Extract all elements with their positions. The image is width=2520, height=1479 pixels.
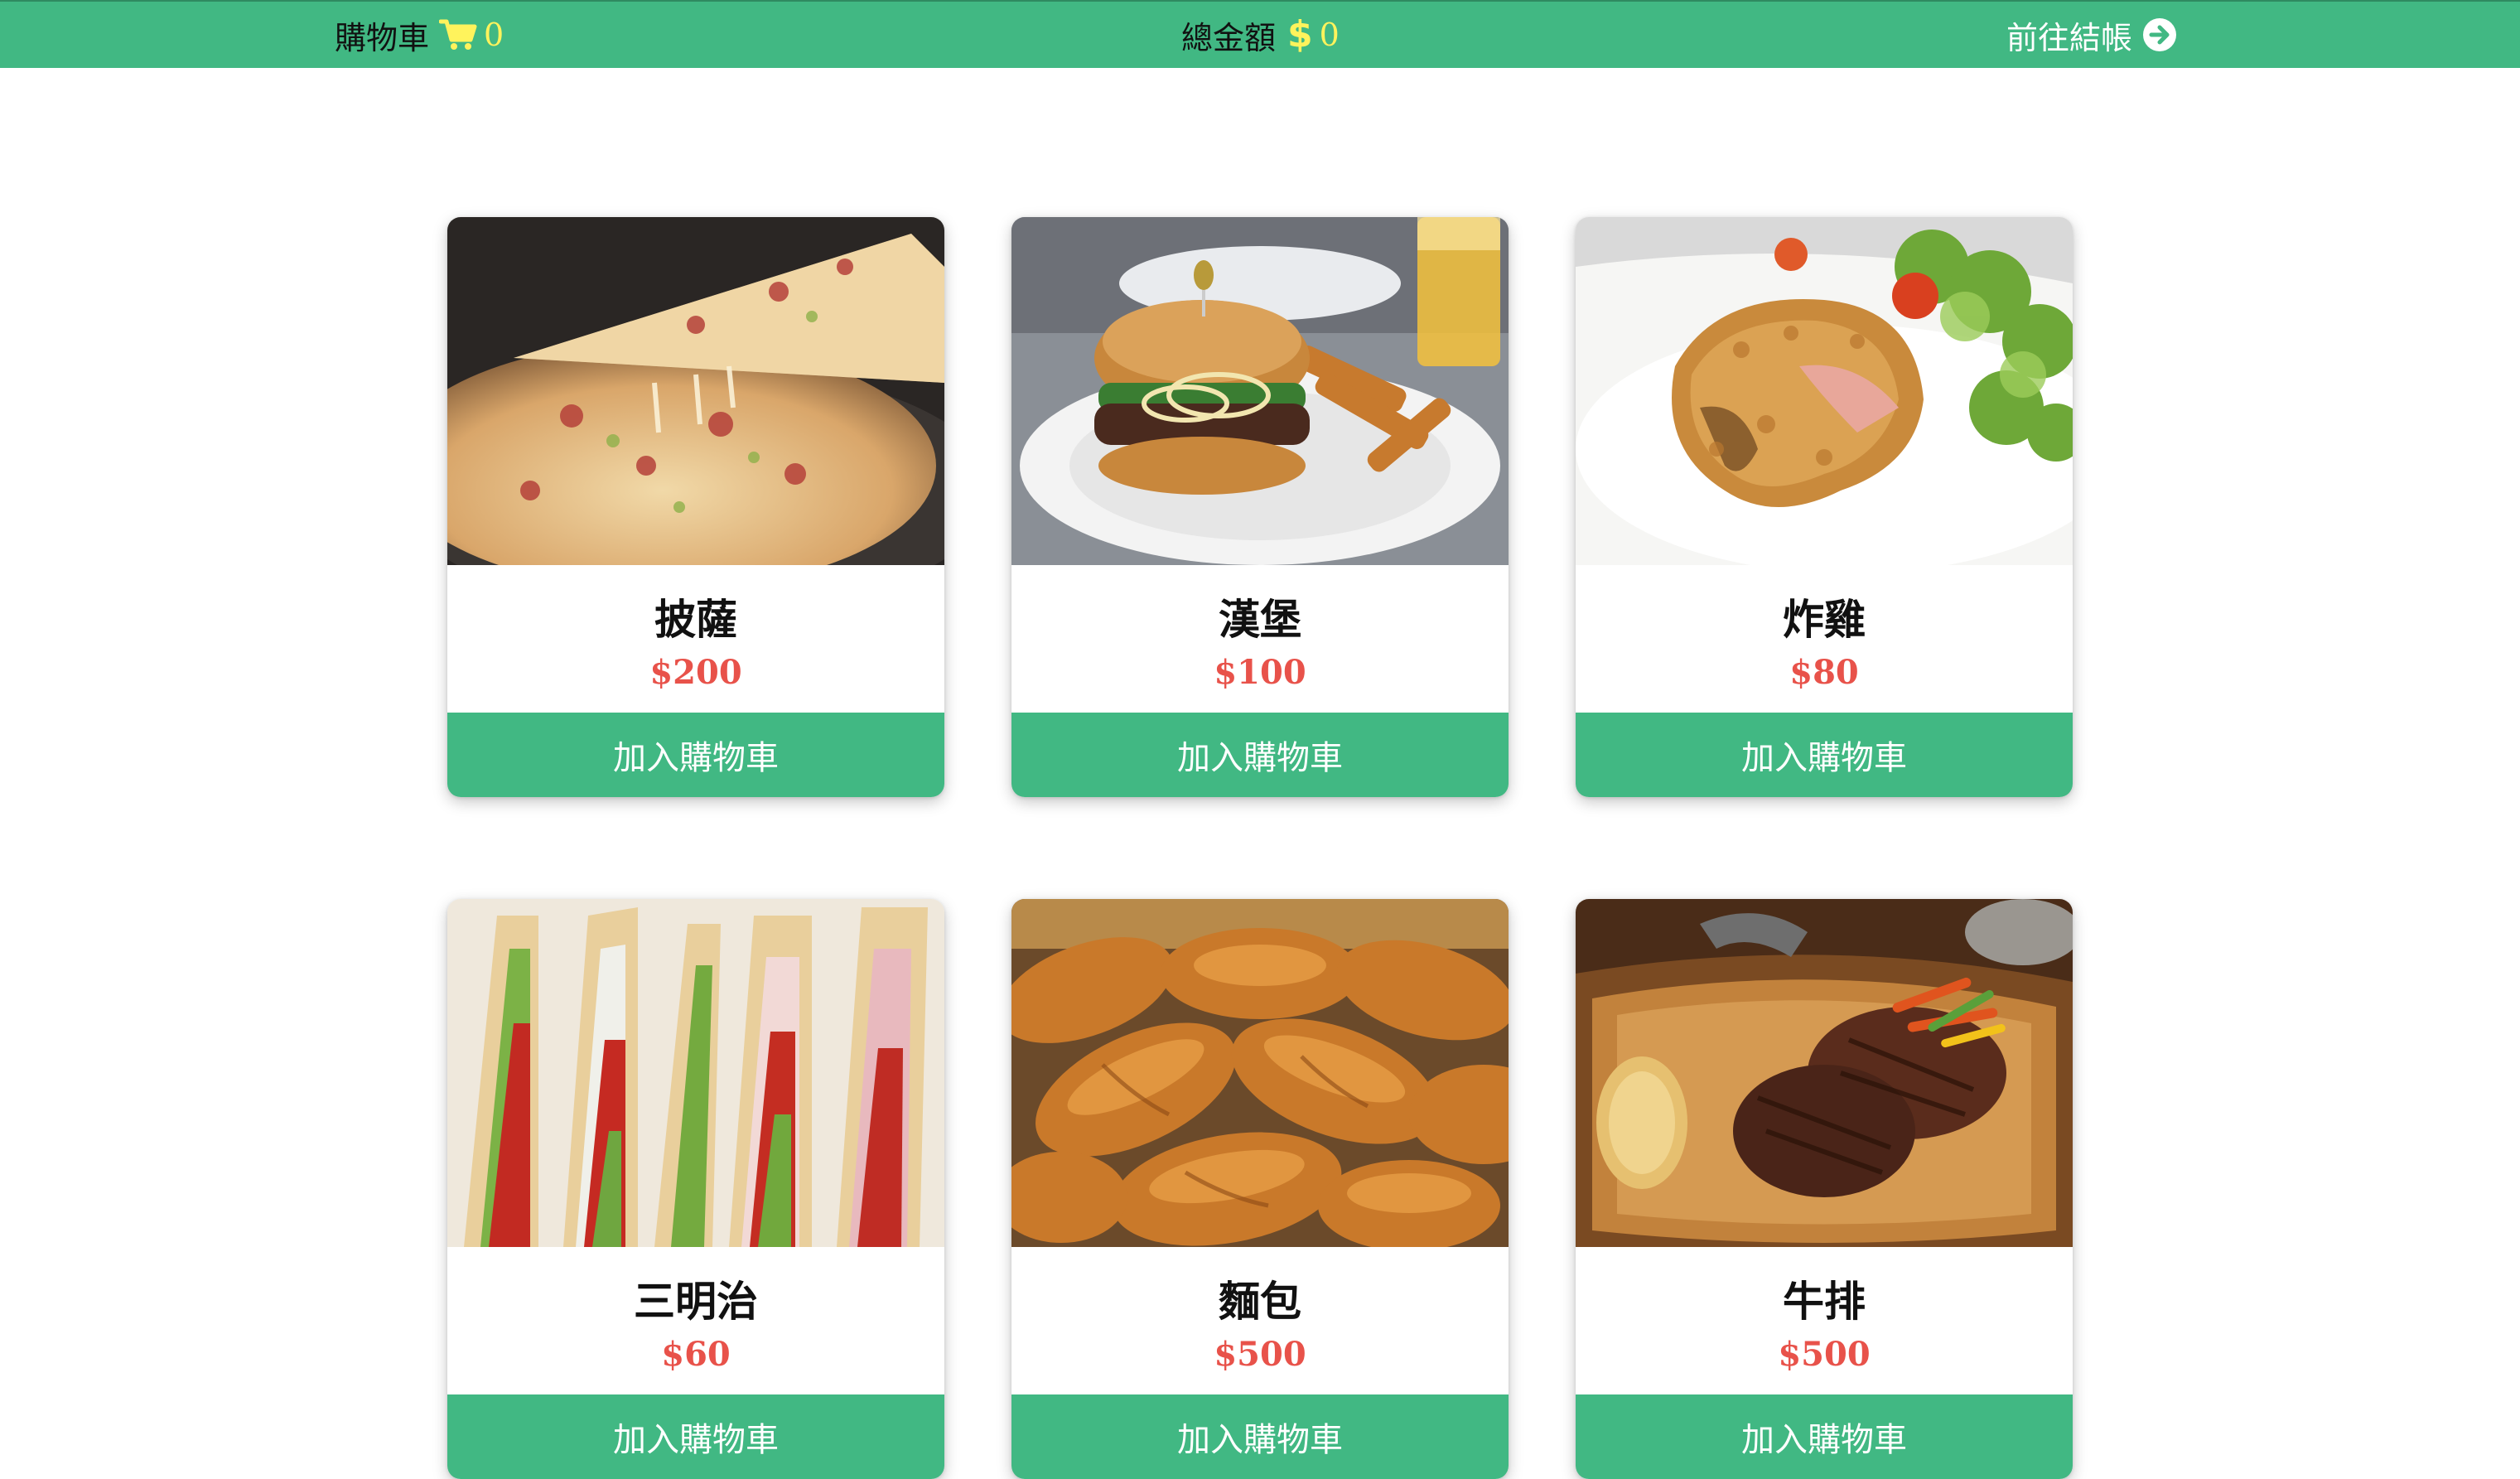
product-price: $80 xyxy=(1789,653,1859,692)
cart-count: 0 xyxy=(484,17,504,53)
dollar-sign-icon: $ xyxy=(1287,13,1313,56)
total-value: 0 xyxy=(1319,17,1340,53)
total-label: 總金額 xyxy=(1181,19,1277,56)
product-card: 披薩 $200 加入購物車 xyxy=(447,217,944,797)
product-card: 炸雞 $80 加入購物車 xyxy=(1576,217,2073,797)
product-name: 牛排 xyxy=(1783,1278,1866,1326)
product-name: 炸雞 xyxy=(1783,596,1866,644)
add-to-cart-button[interactable]: 加入購物車 xyxy=(1011,1394,1509,1479)
add-to-cart-button[interactable]: 加入購物車 xyxy=(447,713,944,797)
arrow-circle-right-icon xyxy=(2142,17,2177,52)
product-name: 披薩 xyxy=(654,596,737,644)
steak-image xyxy=(1576,899,2073,1247)
add-to-cart-button[interactable]: 加入購物車 xyxy=(447,1394,944,1479)
add-to-cart-button[interactable]: 加入購物車 xyxy=(1576,713,2073,797)
product-name: 麵包 xyxy=(1219,1278,1301,1326)
product-price: $500 xyxy=(1214,1335,1306,1374)
total-summary: 總金額 $ 0 xyxy=(1181,2,1340,68)
pizza-image xyxy=(447,217,944,565)
product-card: 牛排 $500 加入購物車 xyxy=(1576,899,2073,1479)
croissant-image xyxy=(1011,899,1509,1247)
product-card: 漢堡 $100 加入購物車 xyxy=(1011,217,1509,797)
cart-summary[interactable]: 購物車 0 xyxy=(335,2,504,68)
cart-label: 購物車 xyxy=(335,19,430,56)
product-card: 三明治 $60 加入購物車 xyxy=(447,899,944,1479)
shopping-cart-icon xyxy=(439,18,477,51)
product-price: $60 xyxy=(661,1335,731,1374)
product-price: $200 xyxy=(649,653,742,692)
add-to-cart-button[interactable]: 加入購物車 xyxy=(1011,713,1509,797)
product-name: 漢堡 xyxy=(1219,596,1301,644)
product-price: $500 xyxy=(1778,1335,1871,1374)
checkout-label: 前往結帳 xyxy=(2006,19,2133,56)
burger-image xyxy=(1011,217,1509,565)
top-nav-bar: 購物車 0 總金額 $ 0 前往結帳 xyxy=(0,0,2520,68)
product-price: $100 xyxy=(1214,653,1306,692)
checkout-link[interactable]: 前往結帳 xyxy=(2006,2,2177,68)
product-name: 三明治 xyxy=(634,1278,758,1326)
sandwich-image xyxy=(447,899,944,1247)
add-to-cart-button[interactable]: 加入購物車 xyxy=(1576,1394,2073,1479)
product-card: 麵包 $500 加入購物車 xyxy=(1011,899,1509,1479)
fried-chicken-image xyxy=(1576,217,2073,565)
